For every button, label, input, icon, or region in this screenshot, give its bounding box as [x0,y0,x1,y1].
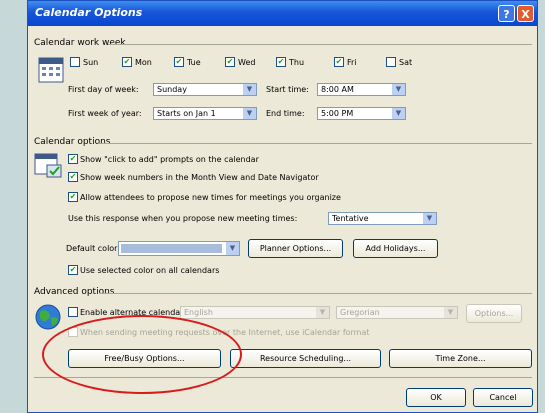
chevron-down-icon: ▼ [444,307,457,318]
day-checkbox-thu[interactable]: ✔ [276,57,286,67]
alt-calendar-language-select[interactable]: English ▼ [180,306,330,319]
first-day-value: Sunday [157,85,187,94]
title-bar[interactable]: Calendar Options ? X [28,1,537,26]
chevron-down-icon: ▼ [243,84,256,95]
use-selected-color-label: Use selected color on all calendars [80,266,220,275]
day-label-wed: Wed [238,58,256,67]
calendar-icon [38,57,64,83]
chevron-down-icon: ▼ [243,108,256,119]
day-label-mon: Mon [135,58,152,67]
first-day-select[interactable]: Sunday ▼ [153,83,257,96]
day-label-sat: Sat [399,58,413,67]
default-color-label: Default color: [66,244,121,253]
click-to-add-checkbox[interactable]: ✔ [68,154,78,164]
first-day-label: First day of week: [68,85,139,94]
use-selected-color-checkbox[interactable]: ✔ [68,265,78,275]
day-checkbox-fri[interactable]: ✔ [334,57,344,67]
first-week-value: Starts on Jan 1 [157,109,216,118]
start-time-label: Start time: [266,85,309,94]
default-color-select[interactable]: ▼ [118,241,240,256]
chevron-down-icon: ▼ [392,108,405,119]
section-label-calendar-options: Calendar options [34,137,111,147]
propose-response-label: Use this response when you propose new m… [68,214,298,223]
section-label-work-week: Calendar work week [34,38,126,48]
day-checkbox-sun[interactable] [70,57,80,67]
section-label-advanced-options: Advanced options [34,287,115,297]
week-numbers-label: Show week numbers in the Month View and … [80,173,319,182]
propose-response-select[interactable]: Tentative ▼ [328,212,437,225]
close-button[interactable]: X [517,5,534,22]
day-label-fri: Fri [347,58,357,67]
section-separator [100,293,532,294]
allow-propose-label: Allow attendees to propose new times for… [80,193,341,202]
start-time-value: 8:00 AM [321,85,354,94]
planner-options-button[interactable]: Planner Options... [248,239,343,258]
globe-icon [35,304,61,330]
day-checkbox-wed[interactable]: ✔ [225,57,235,67]
alt-calendar-checkbox[interactable] [68,307,78,317]
day-checkbox-mon[interactable]: ✔ [122,57,132,67]
red-annotation-circle [42,315,242,394]
alt-calendar-language-value: English [184,308,213,317]
time-zone-button[interactable]: Time Zone... [389,349,532,368]
end-time-label: End time: [266,109,305,118]
resource-scheduling-button[interactable]: Resource Scheduling... [230,349,381,368]
help-button[interactable]: ? [498,5,515,22]
alt-calendar-options-button[interactable]: Options... [466,304,522,323]
dialog-title: Calendar Options [35,6,143,19]
calendar-options-icon [34,153,62,178]
chevron-down-icon: ▼ [392,84,405,95]
chevron-down-icon: ▼ [316,307,329,318]
first-week-select[interactable]: Starts on Jan 1 ▼ [153,107,257,120]
start-time-select[interactable]: 8:00 AM ▼ [317,83,406,96]
add-holidays-button[interactable]: Add Holidays... [353,239,438,258]
section-separator [98,143,532,144]
day-label-sun: Sun [83,58,99,67]
allow-propose-checkbox[interactable]: ✔ [68,192,78,202]
end-time-value: 5:00 PM [321,109,354,118]
chevron-down-icon: ▼ [226,242,239,255]
propose-response-value: Tentative [332,214,369,223]
day-checkbox-sat[interactable] [386,57,396,67]
week-numbers-checkbox[interactable]: ✔ [68,172,78,182]
first-week-label: First week of year: [68,109,142,118]
section-separator [108,44,532,45]
alt-calendar-type-value: Gregorian [340,308,380,317]
day-checkbox-tue[interactable]: ✔ [174,57,184,67]
click-to-add-label: Show "click to add" prompts on the calen… [80,155,259,164]
end-time-select[interactable]: 5:00 PM ▼ [317,107,406,120]
alt-calendar-type-select[interactable]: Gregorian ▼ [336,306,458,319]
color-swatch [121,244,222,253]
ok-button[interactable]: OK [406,388,466,407]
chevron-down-icon: ▼ [423,213,436,224]
day-label-thu: Thu [289,58,305,67]
day-label-tue: Tue [187,58,201,67]
cancel-button[interactable]: Cancel [473,388,533,407]
